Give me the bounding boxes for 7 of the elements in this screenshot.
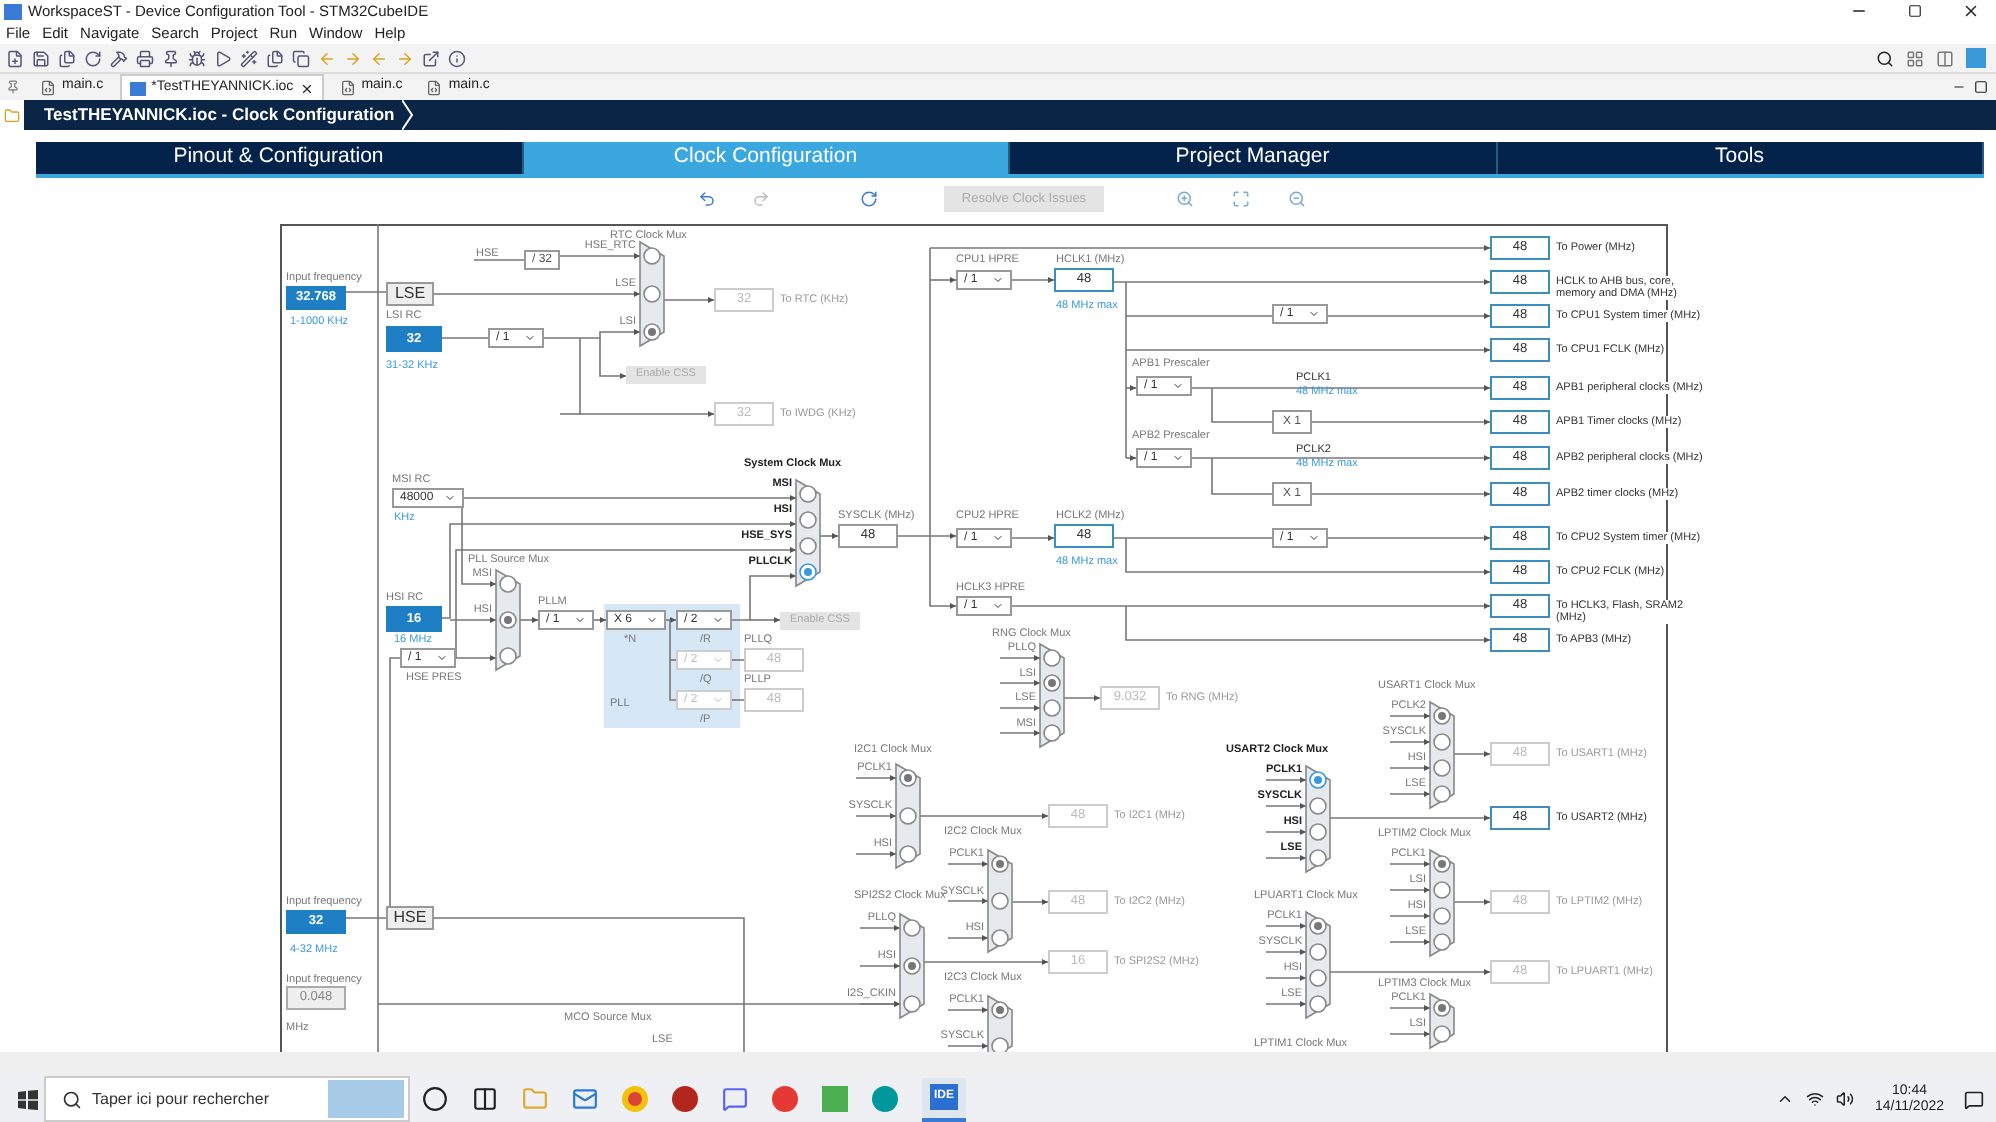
source-block[interactable]: LSE — [386, 282, 434, 306]
source-block[interactable]: HSE — [386, 906, 434, 930]
tab[interactable]: Tools — [1497, 142, 1984, 174]
tab[interactable]: Project Manager — [1010, 142, 1497, 174]
search-field[interactable]: Taper ici pour rechercher — [44, 1076, 410, 1122]
tab[interactable]: Pinout & Configuration — [36, 142, 523, 174]
breadcrumb[interactable]: TestTHEYANNICK.ioc - Clock Configuration — [44, 102, 395, 128]
